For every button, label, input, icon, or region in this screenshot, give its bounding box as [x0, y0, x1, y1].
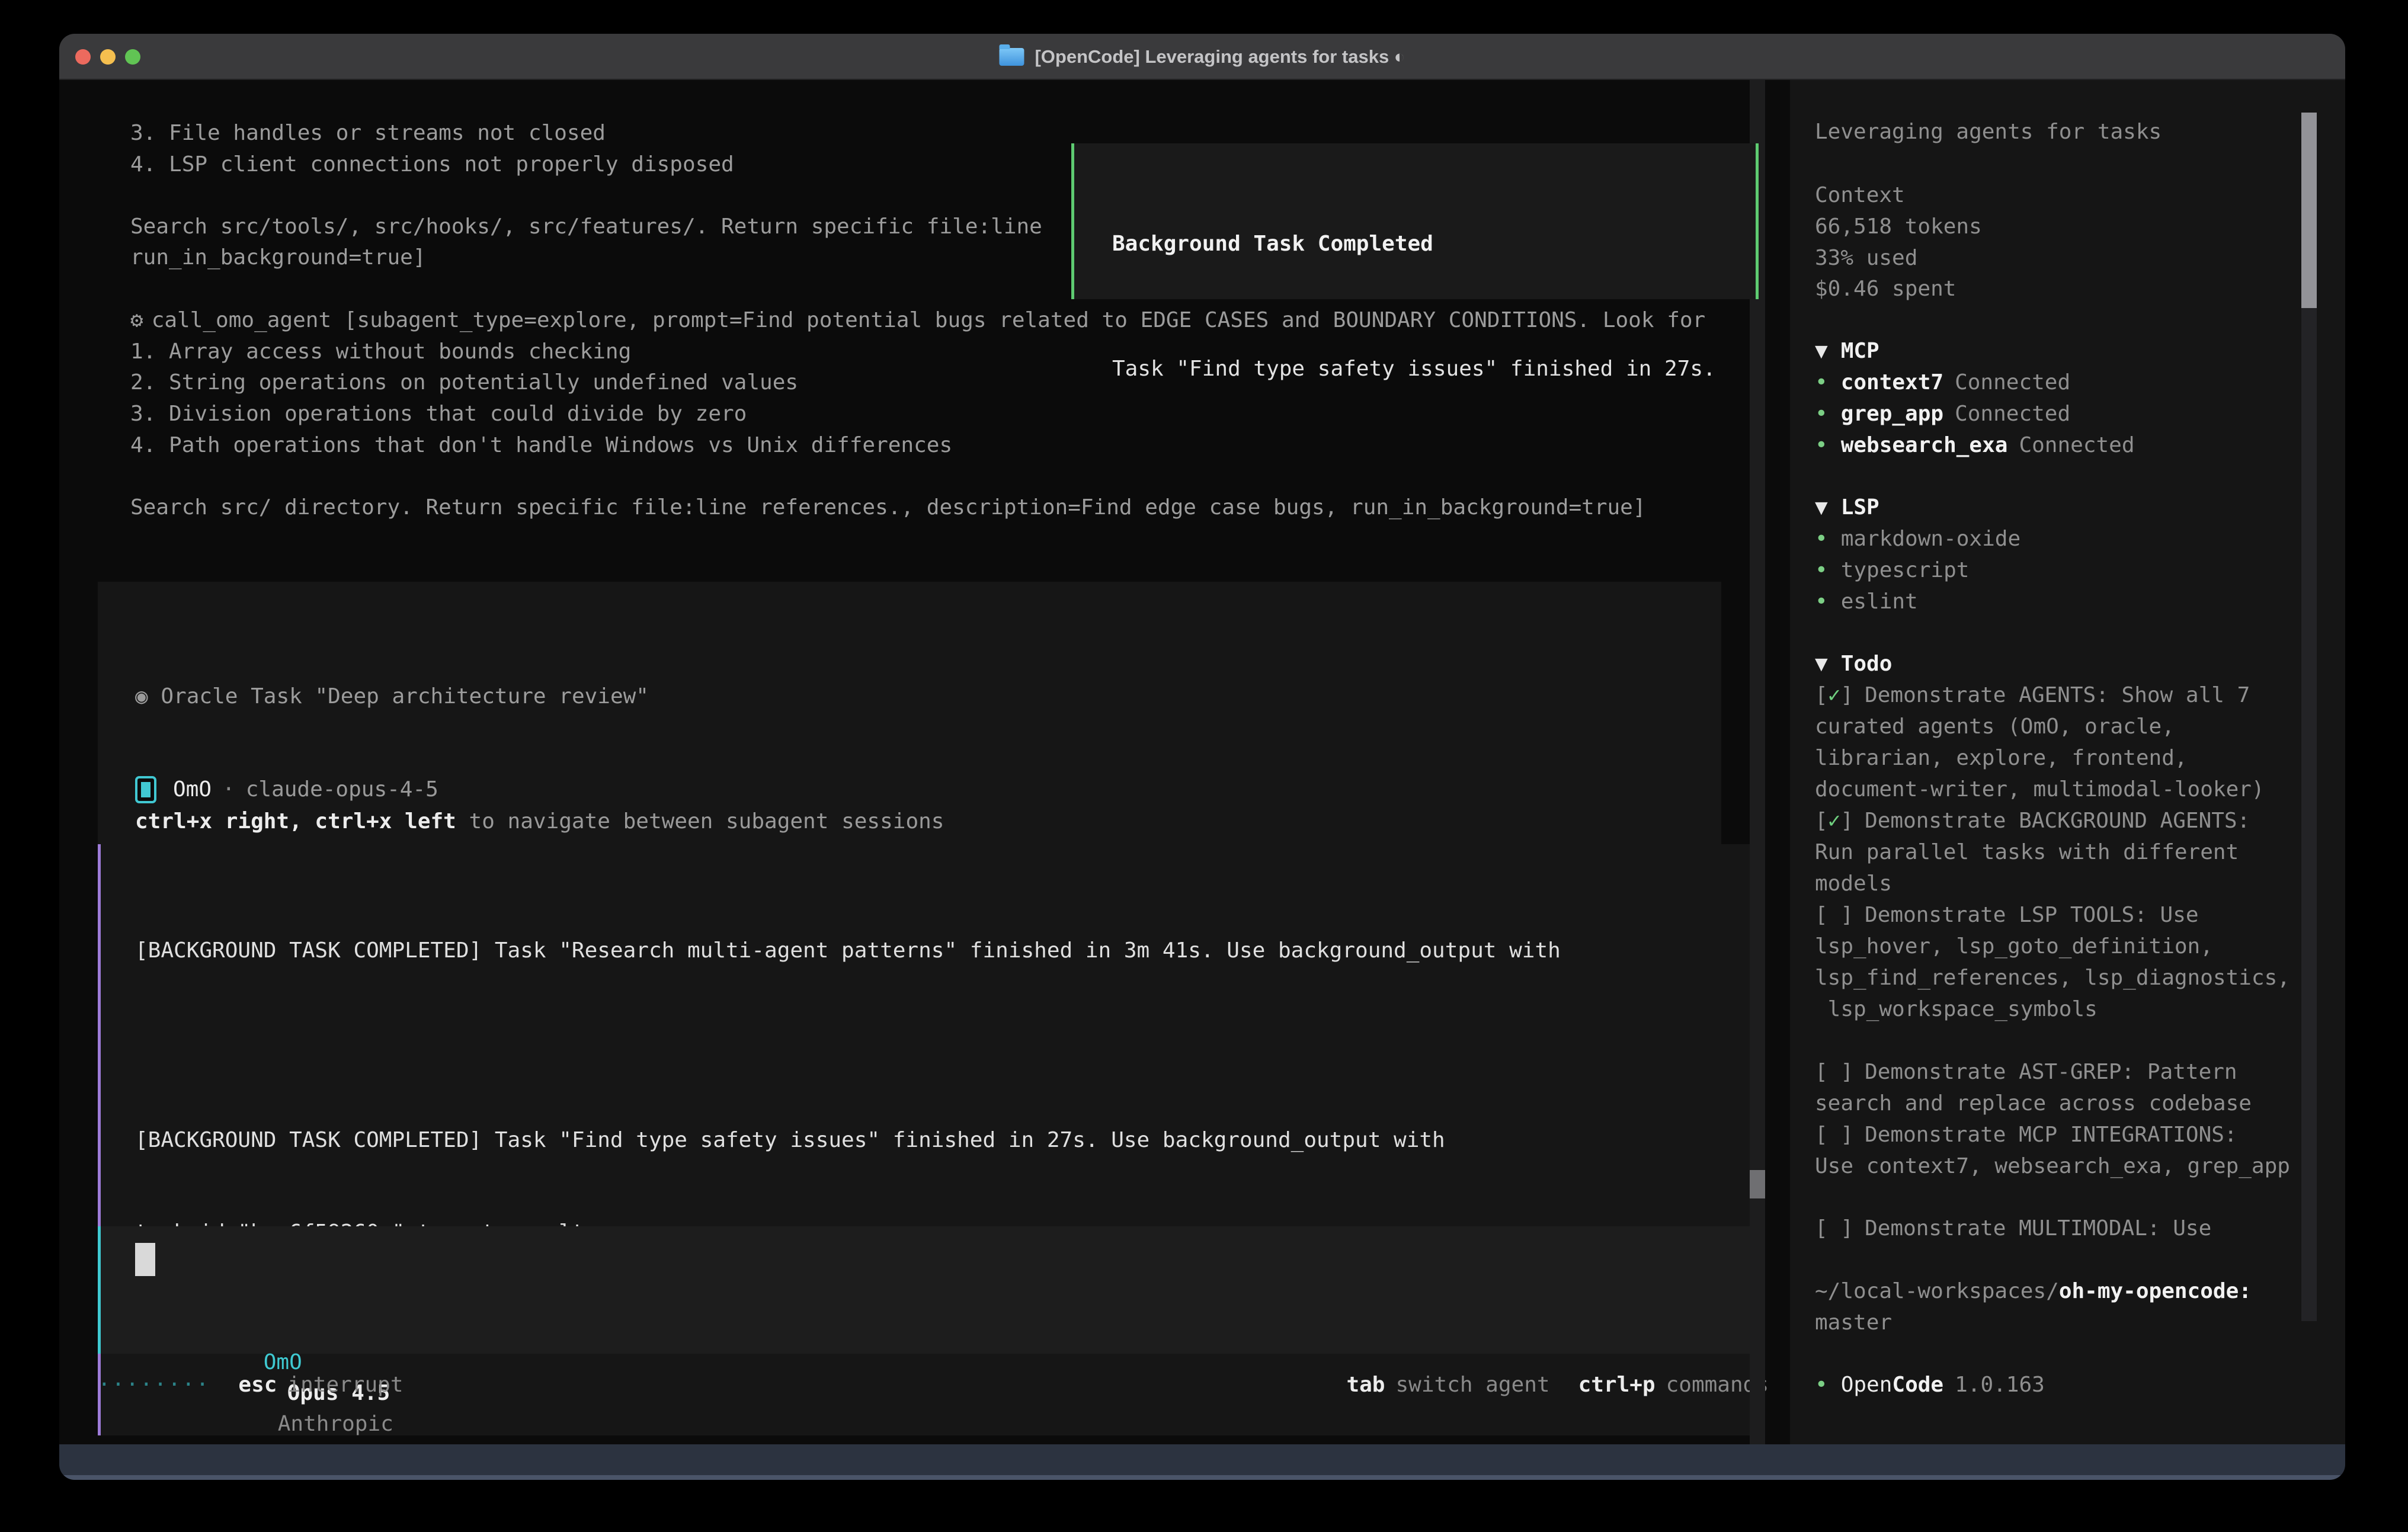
scrollback-line: run_in_background=true] [130, 242, 426, 273]
notification-body: Task "Find type safety issues" finished … [1112, 354, 1756, 384]
oracle-task-hint: ctrl+x right, ctrl+x left to navigate be… [135, 806, 1721, 837]
todo-line-active: lsp_find_references, lsp_diagnostics, [1815, 963, 2290, 993]
mcp-item: •websearch_exaConnected [1815, 430, 2135, 461]
task-result-line: [BACKGROUND TASK COMPLETED] Task "Find t… [135, 1125, 1757, 1156]
todo-line: curated agents (OmO, oracle, [1815, 711, 2175, 742]
todo-line-active: lsp_hover, lsp_goto_definition, [1815, 931, 2213, 962]
context-spent: $0.46 spent [1815, 274, 1956, 305]
bullet-icon: • [1815, 370, 1828, 395]
section-mcp[interactable]: ▼MCP [1815, 336, 1879, 367]
desktop: { "window": { "title": "[OpenCode] Lever… [0, 0, 2408, 1532]
shortcut-commands: ctrl+pcommands [1578, 1370, 1769, 1400]
hint-text: to navigate between subagent sessions [456, 809, 944, 834]
workspace-path: ~/local-workspaces/oh-my-opencode: [1815, 1276, 2252, 1307]
check-icon: ✓ [1828, 683, 1841, 707]
context-used: 33% used [1815, 243, 1917, 274]
hint-keys: ctrl+x right, ctrl+x left [135, 809, 456, 834]
lsp-item: •eslint [1815, 586, 1918, 617]
record-icon: ◉ [135, 684, 148, 709]
traffic-lights [75, 34, 140, 80]
app-window: [OpenCode] Leveraging agents for tasks ◐… [59, 34, 2345, 1480]
scrollback-line: Search src/tools/, src/hooks/, src/featu… [130, 211, 1042, 242]
sidebar: Leveraging agents for tasks Context 66,5… [1790, 80, 2345, 1444]
lsp-item: •markdown-oxide [1815, 524, 2020, 555]
model-row: OmO Opus 4.5 Anthropic [135, 1316, 393, 1347]
version-line: •OpenCode1.0.163 [1815, 1370, 2045, 1400]
status-bar: ········ escinterrupt tabswitch agent ct… [98, 1370, 1769, 1400]
minimize-button[interactable] [100, 49, 116, 65]
todo-line: Run parallel tasks with different [1815, 837, 2239, 868]
oracle-task-title: ◉ Oracle Task "Deep architecture review" [135, 681, 1721, 712]
shortcut-interrupt: escinterrupt [238, 1370, 403, 1400]
chevron-down-icon: ▼ [1815, 339, 1828, 363]
scrollback-line: 4. Path operations that don't handle Win… [130, 430, 952, 461]
input-provider-name: Anthropic [278, 1412, 393, 1436]
section-lsp[interactable]: ▼LSP [1815, 492, 1879, 523]
bullet-icon: • [1815, 527, 1828, 551]
close-button[interactable] [75, 49, 91, 65]
todo-line: librarian, explore, frontend, [1815, 743, 2188, 774]
bullet-icon: • [1815, 1373, 1828, 1397]
task-result-line: [BACKGROUND TASK COMPLETED] Task "Resear… [135, 935, 1757, 966]
scrollback-line: 2. String operations on potentially unde… [130, 367, 798, 398]
bullet-icon: • [1815, 589, 1828, 614]
chevron-down-icon: ▼ [1815, 495, 1828, 520]
gear-icon: ⚙ [130, 308, 143, 332]
main-scrollbar-thumb[interactable] [1750, 1170, 1765, 1198]
todo-line: [ ]Demonstrate MCP INTEGRATIONS: [1815, 1120, 2237, 1150]
mcp-item: •grep_appConnected [1815, 399, 2070, 430]
todo-line: document-writer, multimodal-looker) [1815, 774, 2265, 805]
agent-icon [135, 776, 156, 803]
agent-separator: · [222, 774, 235, 805]
scrollback-line: Search src/ directory. Return specific f… [130, 492, 1646, 523]
notification-title: Background Task Completed [1112, 229, 1756, 259]
shortcut-switch-agent: tabswitch agent [1346, 1370, 1549, 1400]
bullet-icon: • [1815, 402, 1828, 426]
window-title: [OpenCode] Leveraging agents for tasks ◐ [999, 34, 1405, 80]
todo-line: Use context7, websearch_exa, grep_app [1815, 1151, 2290, 1182]
window-title-text: [OpenCode] Leveraging agents for tasks ◐ [1035, 46, 1405, 68]
zoom-button[interactable] [125, 49, 140, 65]
todo-line: [✓]Demonstrate AGENTS: Show all 7 [1815, 680, 2250, 711]
session-title: Leveraging agents for tasks [1815, 117, 2162, 148]
chevron-down-icon: ▼ [1815, 652, 1828, 676]
bullet-icon: • [1815, 558, 1828, 582]
window-footer [59, 1444, 2345, 1480]
context-heading: Context [1815, 180, 1905, 211]
agent-name: OmO [173, 774, 212, 805]
folder-icon [999, 48, 1024, 66]
todo-line-active: lsp_workspace_symbols [1815, 994, 2098, 1025]
text-cursor [135, 1243, 155, 1276]
todo-line-active: [ ]Demonstrate LSP TOOLS: Use [1815, 900, 2199, 931]
bullet-icon: • [1815, 433, 1828, 457]
prompt-input[interactable]: OmO Opus 4.5 Anthropic [98, 1226, 1757, 1354]
terminal-main: 3. File handles or streams not closed 4.… [59, 80, 1790, 1444]
todo-line: [✓]Demonstrate BACKGROUND AGENTS: [1815, 806, 2250, 836]
lsp-item: •typescript [1815, 555, 1969, 586]
mcp-item: •context7Connected [1815, 367, 2070, 398]
todo-line: models [1815, 868, 1892, 899]
sidebar-scrollbar-thumb[interactable] [2301, 113, 2317, 308]
todo-line: [ ]Demonstrate MULTIMODAL: Use [1815, 1213, 2211, 1244]
title-bar: [OpenCode] Leveraging agents for tasks ◐ [59, 34, 2345, 80]
context-tokens: 66,518 tokens [1815, 211, 1982, 242]
workspace-branch: master [1815, 1307, 1892, 1338]
todo-line: [ ]Demonstrate AST-GREP: Pattern [1815, 1057, 2237, 1088]
agent-model: claude-opus-4-5 [246, 774, 438, 805]
background-task-notification: Background Task Completed Task "Find typ… [1071, 143, 1759, 299]
section-todo[interactable]: ▼Todo [1815, 649, 1892, 680]
agent-header: OmO · claude-opus-4-5 [135, 773, 438, 806]
check-icon: ✓ [1828, 809, 1841, 833]
scrollback-line: 3. File handles or streams not closed [130, 118, 606, 149]
spinner-dots: ········ [98, 1370, 210, 1400]
scrollback-line: 3. Division operations that could divide… [130, 399, 747, 430]
scrollback-line: 1. Array access without bounds checking [130, 336, 631, 367]
scrollback-line: 4. LSP client connections not properly d… [130, 149, 734, 180]
todo-line: search and replace across codebase [1815, 1088, 2252, 1119]
